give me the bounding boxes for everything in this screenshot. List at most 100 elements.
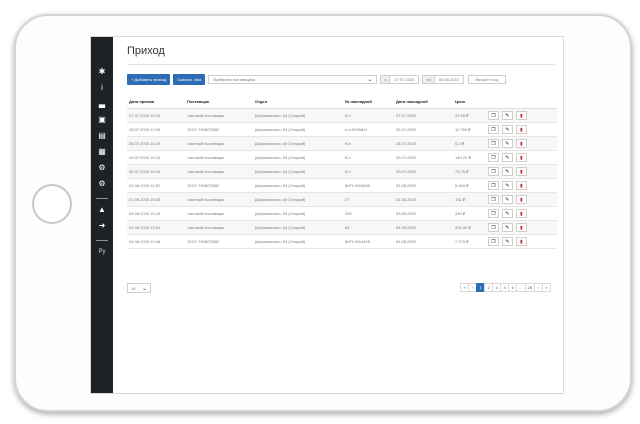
table-row[interactable]: 04.08.2020 13:04 Частный поставщик Дзержин… <box>127 220 557 235</box>
copy-icon[interactable]: ❐ <box>487 111 499 120</box>
row-actions: ❐ ✎ ▮ <box>485 108 557 123</box>
copy-icon[interactable]: ❐ <box>487 237 499 246</box>
row-actions: ❐ ✎ ▮ <box>485 122 557 137</box>
page-button[interactable]: » <box>542 283 551 292</box>
pencil-icon[interactable]: ✎ <box>501 167 513 176</box>
table-cell: н-н-0015641 <box>342 122 394 137</box>
copy-icon[interactable]: ❐ <box>487 223 499 232</box>
info-icon[interactable]: i <box>101 83 103 92</box>
table-cell: ООО "НОВОПАК" <box>185 122 253 137</box>
copy-icon[interactable]: ❐ <box>487 139 499 148</box>
table-cell: 0,2 ₽ <box>452 136 486 151</box>
column-header: Поставщик <box>185 95 253 109</box>
table-cell: 5 460 ₽ <box>452 178 486 193</box>
table-row[interactable]: 01.08.2020 15:03 Частный поставщик Дзержин… <box>127 192 557 207</box>
pencil-icon[interactable]: ✎ <box>501 181 513 190</box>
trash-icon[interactable]: ▮ <box>515 209 527 218</box>
table-cell: 28.07.2020 12:00 <box>127 122 186 137</box>
pencil-icon[interactable]: ✎ <box>501 111 513 120</box>
pencil-icon[interactable]: ✎ <box>501 125 513 134</box>
settings-icon[interactable]: ⚙ <box>98 163 105 172</box>
table-cell: Частный поставщик <box>185 164 253 179</box>
table-cell: 03.08.2020 <box>393 206 453 221</box>
copy-icon[interactable]: ❐ <box>487 125 499 134</box>
copy-icon[interactable]: ❐ <box>487 195 499 204</box>
table-cell: 79,75 ₽ <box>452 164 486 179</box>
table-row[interactable]: 04.08.2020 13:18 ООО "НОВОПАК" Дзержинског… <box>127 234 557 249</box>
date-to-field[interactable]: по 03.08.2022 <box>422 75 464 84</box>
logout-icon[interactable]: ➜ <box>99 221 106 230</box>
table-cell: 47,59 ₽ <box>452 108 486 123</box>
row-actions: ❐ ✎ ▮ <box>485 192 557 207</box>
row-actions: ❐ ✎ ▮ <box>485 234 557 249</box>
trash-icon[interactable]: ▮ <box>515 153 527 162</box>
pencil-icon[interactable]: ✎ <box>501 139 513 148</box>
table-row[interactable]: 27.07.2020 10:43 Частный поставщик Дзержин… <box>127 108 557 123</box>
table-cell: 28.07.2020 <box>393 122 453 137</box>
date-to-label: по <box>423 76 435 83</box>
copy-icon[interactable]: ❐ <box>487 209 499 218</box>
table-cell: 204,30 ₽ <box>452 220 486 235</box>
table-row[interactable]: 03.08.2020 15:19 Частный поставщик Дзержин… <box>127 206 557 221</box>
table-cell: 01.08.2020 11:30 <box>127 178 186 193</box>
table-cell: Частный поставщик <box>185 136 253 151</box>
table-cell: КНП-0016203 <box>342 178 394 193</box>
receipts-table: Дата приема Поставщик Отдел № накладной Дата… <box>127 95 557 249</box>
table-cell: 04.08.2020 <box>393 220 453 235</box>
table-cell: Частный поставщик <box>185 108 253 123</box>
pencil-icon[interactable]: ✎ <box>501 195 513 204</box>
copy-icon[interactable]: ❐ <box>487 181 499 190</box>
trash-icon[interactable]: ▮ <box>515 125 527 134</box>
table-cell: Частный поставщик <box>185 206 253 221</box>
sidebar-divider <box>96 240 108 241</box>
table-cell: 149,22 ₽ <box>452 150 486 165</box>
pencil-icon[interactable]: ✎ <box>501 209 513 218</box>
actions-header <box>485 95 557 109</box>
download-xlsx-button[interactable]: Скачать .xlsx <box>173 74 206 85</box>
table-row[interactable]: 28.07.2020 12:00 ООО "НОВОПАК" Дзержинског… <box>127 122 557 137</box>
sidebar: ✱ i ▃ ▣ ▤ ▦ ⚙ ⚙ ▲ ➜ Ру <box>91 37 113 393</box>
table-cell: Дзержинского, 64 (Старый) <box>252 136 343 151</box>
per-page-select[interactable]: 10 ⌄ <box>127 283 151 293</box>
trash-icon[interactable]: ▮ <box>515 181 527 190</box>
pencil-icon[interactable]: ✎ <box>501 223 513 232</box>
pencil-icon[interactable]: ✎ <box>501 153 513 162</box>
table-row[interactable]: 29.07.2020 15:15 Частный поставщик Дзержин… <box>127 150 557 165</box>
date-from-field[interactable]: с 27.07.2020 <box>380 75 420 84</box>
table-cell: ООО "НОВОПАК" <box>185 234 253 249</box>
copy-icon[interactable]: ❐ <box>487 153 499 162</box>
chevron-down-icon: ⌄ <box>367 77 373 83</box>
home-icon[interactable]: ✱ <box>99 67 106 76</box>
chart-icon[interactable]: ▃ <box>99 99 105 108</box>
trash-icon[interactable]: ▮ <box>515 223 527 232</box>
table-cell: 01.08.2020 <box>393 178 453 193</box>
column-header: Дата приема <box>127 95 186 109</box>
trash-icon[interactable]: ▮ <box>515 195 527 204</box>
table-cell: Дзержинского, 64 (Старый) <box>252 192 343 207</box>
pencil-icon[interactable]: ✎ <box>501 237 513 246</box>
supplier-select[interactable]: Выберите поставщика ⌄ <box>208 75 378 84</box>
table-cell: Частный поставщик <box>185 220 253 235</box>
trash-icon[interactable]: ▮ <box>515 167 527 176</box>
table-cell: 132 ₽ <box>452 192 486 207</box>
trash-icon[interactable]: ▮ <box>515 111 527 120</box>
copy-icon[interactable]: ❐ <box>487 167 499 176</box>
list-icon[interactable]: ▣ <box>98 115 106 124</box>
table-row[interactable]: 30.07.2020 15:49 Частный поставщик Дзержин… <box>127 164 557 179</box>
user-icon[interactable]: ▲ <box>98 205 106 214</box>
table-row[interactable]: 01.08.2020 11:30 ООО "НОВОПАК" Дзержинског… <box>127 178 557 193</box>
table-cell: 01.08.2020 15:03 <box>127 192 186 207</box>
add-receipt-button[interactable]: + Добавить приход <box>127 74 171 85</box>
table-cell: Дзержинского, 64 (Старый) <box>252 164 343 179</box>
trash-icon[interactable]: ▮ <box>515 139 527 148</box>
table-cell: Дзержинского, 64 (Старый) <box>252 150 343 165</box>
language-switch[interactable]: Ру <box>98 249 105 255</box>
settings-2-icon[interactable]: ⚙ <box>98 179 105 188</box>
title-divider <box>127 64 555 65</box>
document-icon[interactable]: ▦ <box>98 147 106 156</box>
table-row[interactable]: 28.07.2020 15:19 Частный поставщик Дзержин… <box>127 136 557 151</box>
box-icon[interactable]: ▤ <box>98 131 106 140</box>
trash-icon[interactable]: ▮ <box>515 237 527 246</box>
table-cell: 27 <box>342 192 394 207</box>
code-input[interactable]: Введите код <box>467 75 506 84</box>
